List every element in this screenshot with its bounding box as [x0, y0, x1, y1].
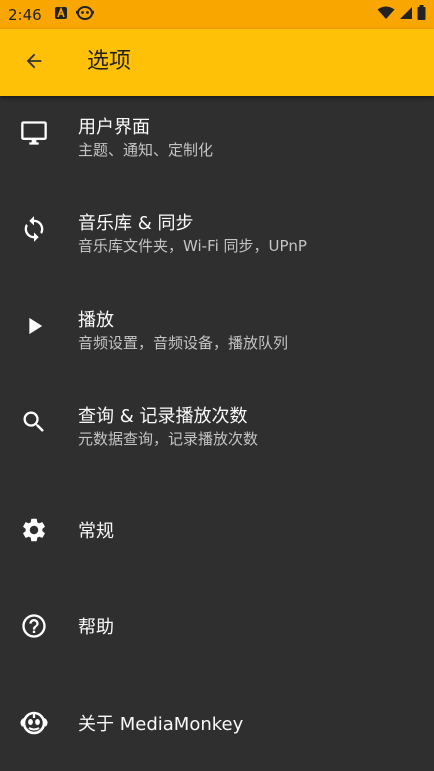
- menu-item-help[interactable]: 帮助: [0, 577, 434, 673]
- help-circle-icon: [19, 611, 49, 641]
- play-icon: [19, 311, 49, 341]
- menu-item-subtitle: 元数据查询，记录播放次数: [78, 429, 259, 448]
- menu-item-title: 关于 MediaMonkey: [78, 713, 244, 735]
- menu-item-title: 常规: [78, 521, 114, 543]
- menu-item-lookup-scrobble[interactable]: 查询 & 记录播放次数 元数据查询，记录播放次数: [0, 385, 434, 481]
- menu-item-title: 音乐库 & 同步: [78, 213, 194, 235]
- a-badge-icon: [54, 5, 68, 24]
- mediamonkey-logo-icon: [19, 708, 49, 738]
- menu-item-title: 用户界面: [78, 117, 150, 138]
- menu-item-subtitle: 音频设置，音频设备，播放队列: [78, 333, 289, 352]
- page-title: 选项: [87, 49, 132, 74]
- gear-icon: [19, 515, 49, 545]
- menu-item-title: 播放: [78, 309, 114, 331]
- battery-icon: [417, 5, 426, 24]
- status-bar: 2:46: [0, 0, 434, 29]
- menu-item-general[interactable]: 常规: [0, 481, 434, 577]
- menu-item-title: 查询 & 记录播放次数: [78, 405, 248, 427]
- signal-icon: [399, 5, 413, 24]
- menu-item-library-sync[interactable]: 音乐库 & 同步 音乐库文件夹，Wi-Fi 同步，UPnP: [0, 192, 434, 288]
- sync-icon: [19, 214, 49, 244]
- menu-item-subtitle: 音乐库文件夹，Wi-Fi 同步，UPnP: [78, 237, 307, 256]
- wifi-icon: [377, 5, 395, 24]
- app-bar: 选项: [0, 29, 434, 96]
- status-time: 2:46: [8, 5, 42, 24]
- menu-item-title: 帮助: [78, 617, 114, 639]
- status-notification-icons: [54, 5, 94, 25]
- menu-item-user-interface[interactable]: 用户界面 主题、通知、定制化: [0, 96, 434, 192]
- status-system-icons: [377, 0, 426, 29]
- monkey-notification-icon: [75, 5, 94, 25]
- menu-item-subtitle: 主题、通知、定制化: [78, 141, 214, 159]
- arrow-left-icon: [23, 50, 45, 76]
- menu-item-about[interactable]: 关于 MediaMonkey: [0, 674, 434, 770]
- search-icon: [19, 407, 49, 437]
- menu-item-playback[interactable]: 播放 音频设置，音频设备，播放队列: [0, 289, 434, 385]
- monitor-icon: [19, 118, 49, 148]
- back-button[interactable]: [18, 48, 50, 78]
- options-list: 用户界面 主题、通知、定制化 音乐库 & 同步 音乐库文件夹，Wi-Fi 同步，…: [0, 96, 434, 770]
